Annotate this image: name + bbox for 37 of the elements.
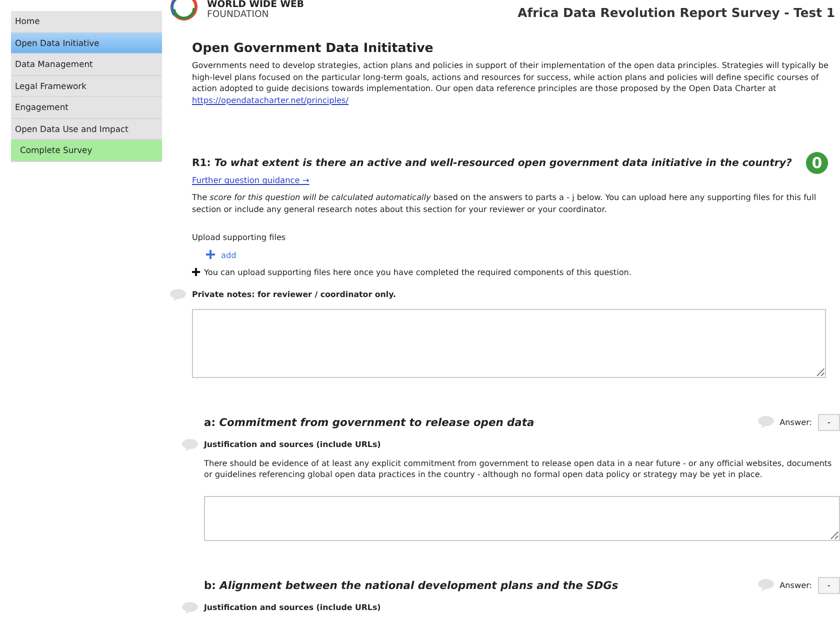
logo-text: WORLD WIDE WEB [207,0,304,10]
answer-dropdown[interactable]: - [818,576,840,594]
sidebar-item[interactable]: Open Data Initiative [11,32,162,54]
add-button[interactable]: add [206,250,236,260]
question-description: The score for this question will be calculated automatically based on the answers to parts a - j below. You can upload here any supporting files for this full section or include any general research notes about this section for your reviewer or your coordinator. [192,192,818,216]
comment-icon[interactable] [170,288,186,301]
survey-title: Africa Data Revolution Report Survey - Test 1 [518,5,835,20]
comment-icon[interactable] [758,416,774,428]
answer-dropdown[interactable]: - [818,414,840,431]
private-notes-field[interactable] [192,308,826,378]
guidance-link[interactable]: Further question guidance → [192,175,310,186]
sidebar-item[interactable]: Open Data Use and Impact [11,118,162,140]
sidebar-item[interactable]: Legal Framework [11,76,162,97]
answer-label: Answer: [780,580,812,590]
justification-field[interactable] [204,496,840,541]
comment-icon[interactable] [182,602,198,614]
sidebar-item[interactable]: Data Management [11,54,162,76]
comment-icon[interactable] [758,579,774,592]
section-title: Open Government Data Inititative [192,40,434,55]
score-badge: 0 [806,152,828,174]
logo-icon [169,0,199,22]
question-title: R1: To what extent is there an active and well-resourced open government data initiative in the country? [192,158,792,169]
sidebar-item[interactable]: Engagement [11,97,162,118]
sidebar-item[interactable]: Home [11,11,162,32]
section-intro: Governments need to develop strategies, action plans and policies in support of their implementation of the open data principles. Strategies will typically be high-level plans focused on the particular long-term goals, actions and resources for success, while action plans and policies will define specific courses of action adopted to guide decisions towards implementation. Our open data reference principles are those proposed by the Open Data Charter at https://opendatacharter.net/principles/ [192,60,830,106]
charter-link[interactable]: https://opendatacharter.net/principles/ [192,94,348,105]
answer-label: Answer: [780,417,812,428]
part-title: b: Alignment between the national development plans and the SDGs [204,578,618,592]
plus-icon [206,250,215,260]
comment-icon[interactable] [182,438,198,451]
logo-text: FOUNDATION [207,10,270,20]
upload-note: You can upload supporting files here once you have completed the required components of this question. [204,266,632,277]
sidebar-item[interactable]: Complete Survey [11,140,162,162]
part-description: There should be evidence of at least any explicit commitment from government to release open data in a near future - or any official websites, documents or guidelines referencing global open data practices in the country - although no formal open data policy or strategy may be yet in place. [204,458,833,481]
upload-label: Upload supporting files [192,232,287,242]
plus-icon [192,268,200,276]
part-title: a: Commitment from government to release open data [204,416,534,429]
